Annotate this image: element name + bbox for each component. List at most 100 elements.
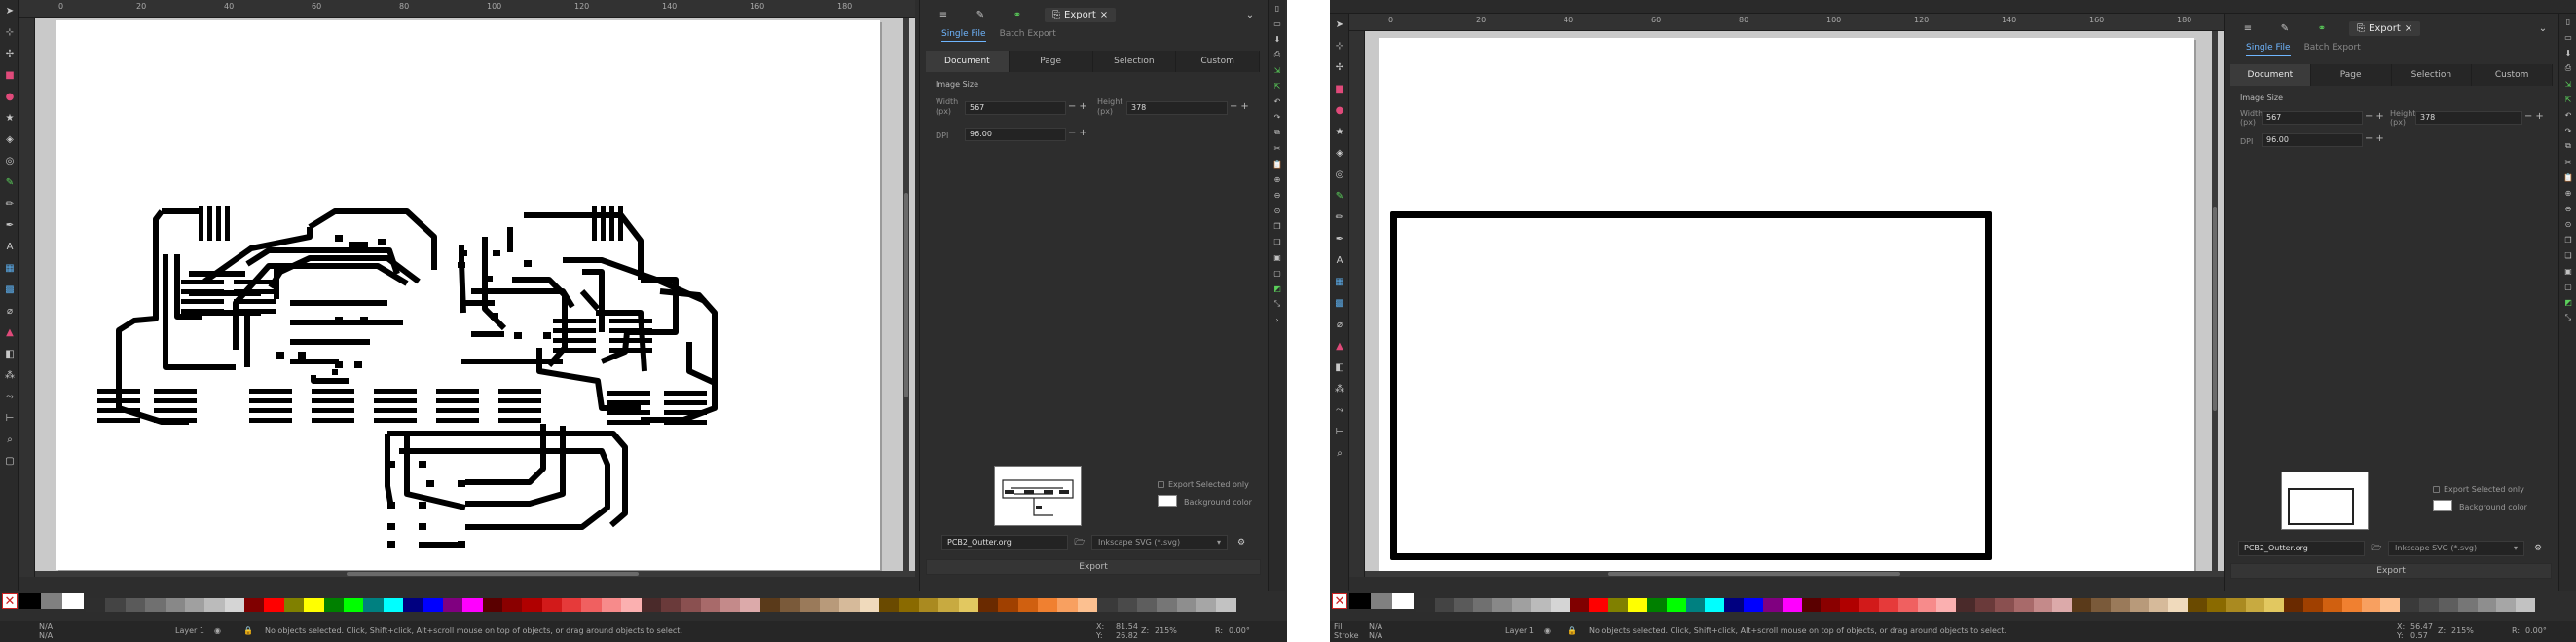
cut-icon[interactable]: ✂ xyxy=(2559,154,2576,170)
close-icon[interactable]: × xyxy=(2405,23,2412,34)
fill-stroke-icon[interactable]: ✎ xyxy=(2275,20,2295,36)
spray-tool-icon[interactable]: ⁂ xyxy=(1330,378,1349,399)
new-document-icon[interactable]: ▯ xyxy=(2559,14,2576,29)
tab-export[interactable]: ⎘ Export × xyxy=(2349,20,2421,36)
dpi-stepper[interactable]: −+ xyxy=(2365,133,2387,144)
background-color-swatch[interactable] xyxy=(1158,495,1177,507)
node-tool-icon[interactable]: ⊹ xyxy=(0,21,19,43)
width-stepper[interactable]: −+ xyxy=(2365,111,2387,122)
browse-folder-icon[interactable]: 🗁 xyxy=(2369,541,2384,556)
paint-bucket-icon[interactable]: ▲ xyxy=(0,321,19,343)
star-tool-icon[interactable]: ★ xyxy=(0,107,19,129)
filename-input[interactable]: PCB2_Outter.org xyxy=(941,535,1068,550)
vertical-scrollbar[interactable] xyxy=(903,18,909,577)
drawing-canvas[interactable] xyxy=(35,18,915,577)
tweak-tool-icon[interactable]: ✢ xyxy=(0,43,19,64)
copy-icon[interactable]: ⧉ xyxy=(1269,125,1286,140)
gradient-tool-icon[interactable]: ▦ xyxy=(1330,271,1349,292)
align-icon[interactable]: ⚭ xyxy=(1008,7,1027,22)
text-tool-icon[interactable]: A xyxy=(1330,249,1349,271)
group-icon[interactable]: ▣ xyxy=(1269,249,1286,265)
tab-export[interactable]: ⎘ Export × xyxy=(1045,7,1117,22)
pen-tool-icon[interactable]: ✎ xyxy=(1330,185,1349,207)
layers-icon[interactable]: ≡ xyxy=(934,7,953,22)
fill-stroke-icon[interactable]: ✎ xyxy=(971,7,990,22)
mesh-tool-icon[interactable]: ▩ xyxy=(1330,292,1349,314)
tab-single-file[interactable]: Single File xyxy=(2246,43,2291,56)
paste-icon[interactable]: 📋 xyxy=(2559,170,2576,185)
lock-icon[interactable]: 🔒 xyxy=(243,626,253,635)
visibility-eye-icon[interactable]: ◉ xyxy=(1544,626,1551,635)
print-icon[interactable]: ⎙ xyxy=(2559,60,2576,76)
redo-icon[interactable]: ↷ xyxy=(2559,123,2576,138)
zoom-selection-icon[interactable]: ⊕ xyxy=(1269,171,1286,187)
save-icon[interactable]: ⬇ xyxy=(1269,31,1286,47)
close-icon[interactable]: × xyxy=(1100,10,1108,20)
pencil-tool-icon[interactable]: ✏ xyxy=(1330,207,1349,228)
zoom-tool-icon[interactable]: ⌕ xyxy=(0,429,19,450)
background-color-swatch[interactable] xyxy=(2433,500,2452,511)
pencil-tool-icon[interactable]: ✏ xyxy=(0,193,19,214)
horizontal-scrollbar[interactable] xyxy=(1365,571,2224,577)
layer-indicator[interactable]: Layer 1 xyxy=(175,626,204,635)
rotation-value[interactable]: 0.00° xyxy=(1229,626,1250,635)
area-custom[interactable]: Custom xyxy=(2472,64,2553,86)
export-icon[interactable]: ⇱ xyxy=(2559,92,2576,107)
transform-icon[interactable]: ⤡ xyxy=(1269,296,1286,312)
dpi-input[interactable]: 96.00 xyxy=(965,128,1066,141)
area-custom[interactable]: Custom xyxy=(1176,51,1260,72)
gray-swatch[interactable] xyxy=(1371,593,1392,609)
pen-tool-icon[interactable]: ✎ xyxy=(0,171,19,193)
black-swatch[interactable] xyxy=(19,593,41,609)
rotation-value[interactable]: 0.00° xyxy=(2525,626,2547,635)
measure-tool-icon[interactable]: ⊢ xyxy=(1330,421,1349,442)
dpi-input[interactable]: 96.00 xyxy=(2262,133,2363,147)
height-input[interactable]: 378 xyxy=(1126,101,1228,115)
no-color-swatch[interactable]: ✕ xyxy=(1332,593,1347,609)
horizontal-scrollbar[interactable] xyxy=(35,571,915,577)
zoom-value[interactable]: 215% xyxy=(1155,626,1177,635)
width-stepper[interactable]: −+ xyxy=(1068,101,1090,112)
group-icon[interactable]: ▣ xyxy=(2559,263,2576,279)
new-document-icon[interactable]: ▯ xyxy=(1269,0,1286,16)
open-file-icon[interactable]: ▭ xyxy=(1269,16,1286,31)
filename-input[interactable]: PCB2_Outter.org xyxy=(2238,541,2365,556)
undo-icon[interactable]: ↶ xyxy=(1269,94,1286,109)
ellipse-tool-icon[interactable]: ● xyxy=(1330,99,1349,121)
chevron-right-icon[interactable]: › xyxy=(1269,312,1286,327)
layers-icon[interactable]: ≡ xyxy=(2238,20,2258,36)
export-button[interactable]: Export xyxy=(2230,563,2552,579)
color-palette[interactable] xyxy=(86,598,1236,612)
transform-icon[interactable]: ⤡ xyxy=(2559,310,2576,325)
dropper-tool-icon[interactable]: ⌀ xyxy=(1330,314,1349,335)
zoom-drawing-icon[interactable]: ⊖ xyxy=(2559,201,2576,216)
node-tool-icon[interactable]: ⊹ xyxy=(1330,35,1349,57)
height-stepper[interactable]: −+ xyxy=(1230,101,1252,112)
chevron-down-icon[interactable]: ⌄ xyxy=(1240,7,1260,22)
measure-tool-icon[interactable]: ⊢ xyxy=(0,407,19,429)
import-icon[interactable]: ⇲ xyxy=(1269,62,1286,78)
paste-icon[interactable]: 📋 xyxy=(1269,156,1286,171)
duplicate-icon[interactable]: ❐ xyxy=(2559,232,2576,247)
gray-swatch[interactable] xyxy=(41,593,62,609)
rect-tool-icon[interactable]: ■ xyxy=(0,64,19,86)
area-document[interactable]: Document xyxy=(2230,64,2311,86)
export-settings-gear-icon[interactable]: ⚙ xyxy=(2530,541,2546,556)
fill-stroke-icon[interactable]: ◩ xyxy=(1269,281,1286,296)
zoom-selection-icon[interactable]: ⊕ xyxy=(2559,185,2576,201)
eraser-tool-icon[interactable]: ◧ xyxy=(1330,357,1349,378)
undo-icon[interactable]: ↶ xyxy=(2559,107,2576,123)
no-color-swatch[interactable]: ✕ xyxy=(2,593,18,609)
area-page[interactable]: Page xyxy=(2311,64,2392,86)
width-input[interactable]: 567 xyxy=(2262,111,2363,125)
lock-icon[interactable]: 🔒 xyxy=(1567,626,1577,635)
white-swatch[interactable] xyxy=(1392,593,1414,609)
3dbox-tool-icon[interactable]: ◈ xyxy=(1330,142,1349,164)
dpi-stepper[interactable]: −+ xyxy=(1068,128,1090,138)
area-selection[interactable]: Selection xyxy=(2392,64,2473,86)
tab-batch-export[interactable]: Batch Export xyxy=(1000,29,1056,42)
redo-icon[interactable]: ↷ xyxy=(1269,109,1286,125)
eraser-tool-icon[interactable]: ◧ xyxy=(0,343,19,364)
align-icon[interactable]: ⚭ xyxy=(2312,20,2332,36)
star-tool-icon[interactable]: ★ xyxy=(1330,121,1349,142)
